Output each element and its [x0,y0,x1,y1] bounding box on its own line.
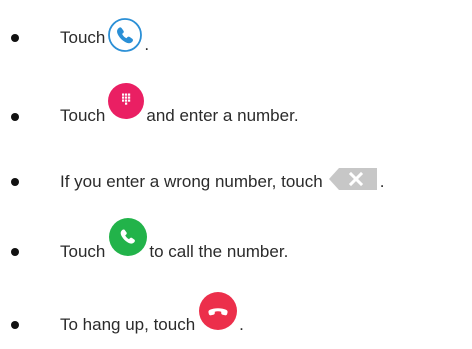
step-text-after: to call the number. [149,242,289,261]
backspace-icon [328,168,377,190]
step-text-after: and enter a number. [146,106,299,125]
call-icon [108,217,148,257]
step-text-after: . [239,315,244,334]
phone-app-icon [107,17,143,53]
step-text-before: If you enter a wrong number, touch [60,172,323,191]
step-text: Touch and enter a number. [60,83,299,126]
step-text: If you enter a wrong number, touch . [60,168,385,192]
step-text: To hang up, touch . [60,292,244,335]
end-call-icon [198,291,238,331]
instruction-step-5: To hang up, touch . [0,292,472,338]
step-text-after: . [144,35,150,54]
step-text-after: . [379,172,385,191]
instruction-step-4: Touch to call the number. [0,218,472,265]
step-text-before: Touch [60,28,106,47]
instruction-step-3: If you enter a wrong number, touch . [0,162,472,202]
step-text-before: Touch [60,106,106,125]
step-text-before: To hang up, touch [60,315,196,334]
dialpad-icon [107,82,145,120]
bullet [11,178,19,186]
bullet [11,34,19,42]
step-text: Touch . [60,18,150,55]
bullet [11,321,19,329]
instruction-step-1: Touch . [0,18,472,58]
instruction-step-2: Touch and enter a number. [0,83,472,127]
step-text-before: Touch [60,242,106,261]
step-text: Touch to call the number. [60,218,289,262]
bullet [11,113,19,121]
bullet [11,248,19,256]
